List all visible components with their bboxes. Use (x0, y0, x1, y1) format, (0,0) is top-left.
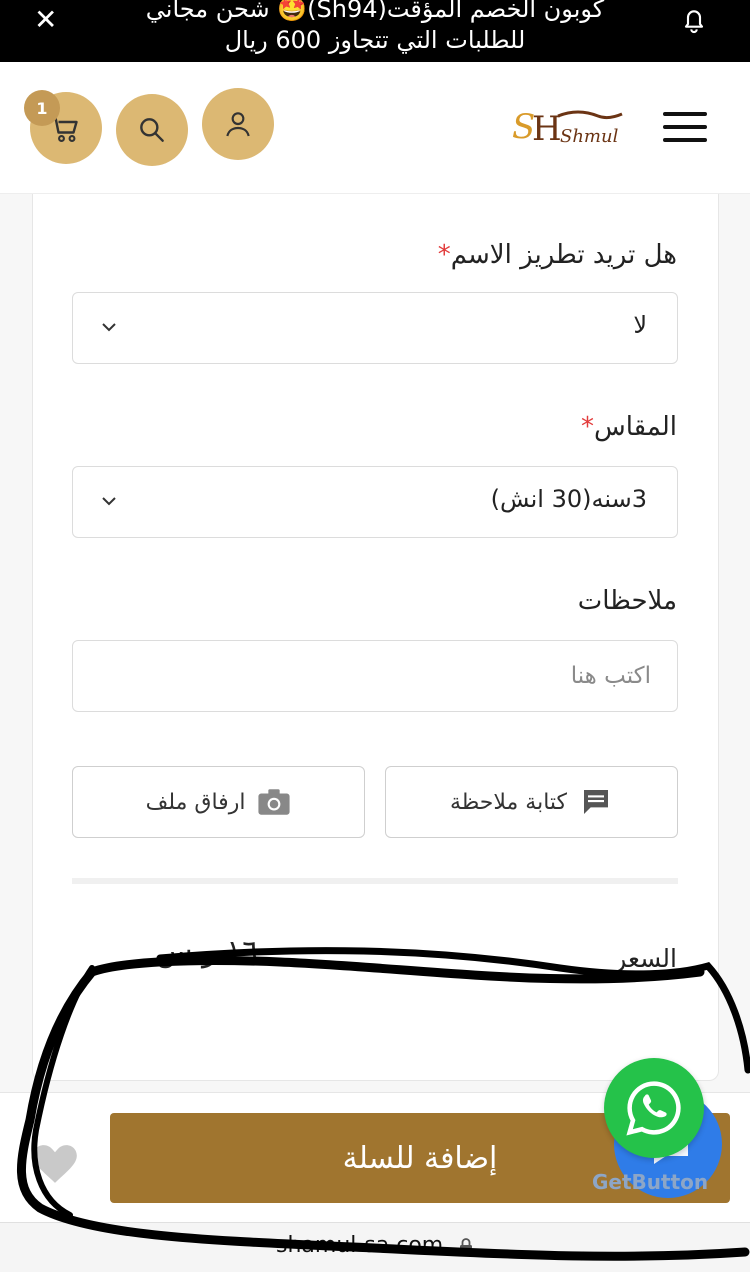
url-text: shamul-sa.com (276, 1233, 444, 1258)
price-value: ١٦٠ ر.س (156, 934, 275, 969)
embroidery-label: هل تريد تطريز الاسم* (438, 240, 677, 270)
search-icon (140, 118, 164, 142)
camera-icon (258, 789, 291, 815)
menu-icon-bar (663, 125, 707, 129)
search-button[interactable] (116, 94, 188, 166)
required-mark: * (581, 412, 594, 442)
whatsapp-icon (626, 1081, 681, 1136)
menu-icon-bar (663, 138, 707, 142)
notes-placeholder: اكتب هنا (570, 663, 651, 689)
chevron-down-icon (102, 497, 116, 506)
lock-icon (460, 1238, 472, 1254)
attach-file-label: ارفاق ملف (145, 789, 246, 815)
svg-text:Shmul: Shmul (560, 126, 619, 147)
svg-text:H: H (532, 109, 562, 149)
whatsapp-button[interactable] (604, 1058, 704, 1158)
promo-line-2: للطلبات التي تتجاوز 600 ريال (224, 26, 526, 54)
notes-input[interactable]: اكتب هنا (72, 640, 678, 712)
add-to-cart-label: إضافة للسلة (342, 1140, 498, 1176)
size-label-text: المقاس (594, 412, 677, 442)
getbutton-branding[interactable]: GetButton (592, 1170, 708, 1194)
required-mark: * (437, 240, 451, 270)
bell-icon[interactable] (678, 4, 710, 36)
comment-icon (584, 790, 609, 814)
section-divider (72, 878, 678, 884)
embroidery-label-text: هل تريد تطريز الاسم (450, 240, 677, 270)
account-button[interactable] (202, 88, 274, 160)
notes-label: ملاحظات (577, 586, 677, 616)
attach-file-button[interactable]: ارفاق ملف (72, 766, 365, 838)
size-selected-value: 3سنه(30 انش) (490, 485, 647, 513)
size-label: المقاس* (581, 412, 677, 442)
chevron-down-icon (102, 323, 116, 332)
promo-line-1: كوبون الخصم المؤقت(Sh94)🤩 شحن مجاني (145, 0, 605, 23)
write-note-label: كتابة ملاحظة (449, 789, 568, 815)
size-select[interactable]: 3سنه(30 انش) (72, 466, 678, 538)
shamul-logo[interactable]: S H Shmul (510, 102, 630, 152)
write-note-button[interactable]: كتابة ملاحظة (385, 766, 678, 838)
price-label: السعر (614, 944, 677, 973)
site-header: 1 S H Shmul (0, 62, 750, 194)
embroidery-selected-value: لا (633, 311, 647, 339)
menu-icon-bar (663, 112, 707, 116)
embroidery-select[interactable]: لا (72, 292, 678, 364)
user-icon (226, 112, 250, 137)
cart-count-badge: 1 (24, 90, 60, 126)
promo-banner: ✕ كوبون الخصم المؤقت(Sh94)🤩 شحن مجاني لل… (0, 0, 750, 62)
browser-url-bar[interactable]: shamul-sa.com (0, 1222, 750, 1272)
heart-icon[interactable] (28, 1137, 82, 1185)
menu-button[interactable] (663, 112, 707, 146)
